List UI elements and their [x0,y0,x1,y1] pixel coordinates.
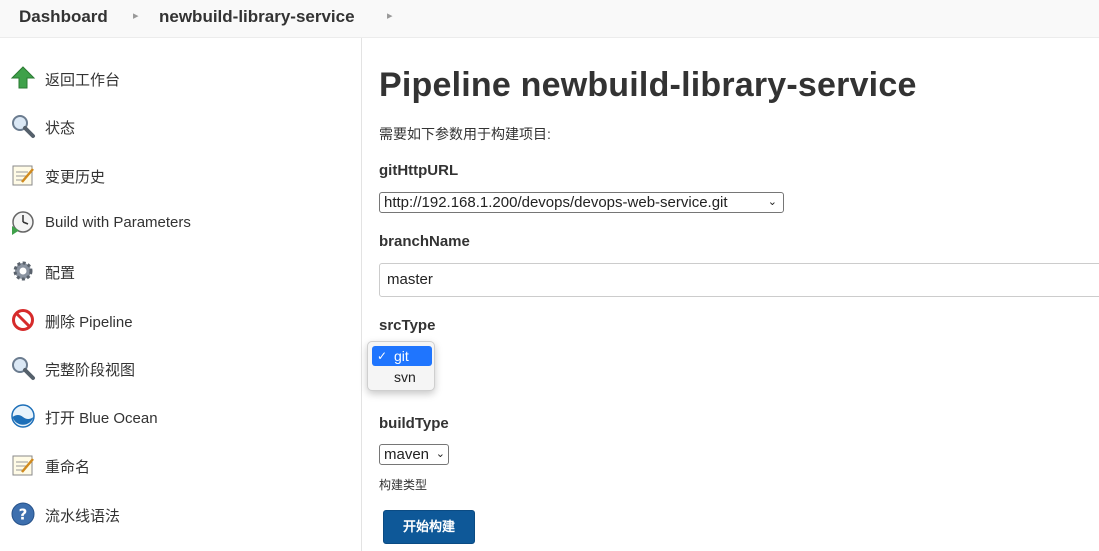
srctype-option-git[interactable]: ✓ git [372,346,432,366]
sidebar-item-label: 流水线语法 [45,508,121,525]
chevron-down-icon: ⌄ [435,448,445,460]
githttpurl-selected-value: http://192.168.1.200/devops/devops-web-s… [384,194,728,211]
sidebar-item-build-with-parameters[interactable]: Build with Parameters [0,204,361,244]
sidebar: 返回工作台 状态 变更历史 Build with Parameters 配置 删… [0,38,362,551]
breadcrumb-separator-icon[interactable]: ▸ [133,9,139,22]
sidebar-item-status[interactable]: 状态 [0,107,361,147]
githttpurl-select[interactable]: http://192.168.1.200/devops/devops-web-s… [379,192,784,213]
breadcrumb-job[interactable]: newbuild-library-service [159,7,355,27]
magnifier-icon [12,357,35,380]
option-label: git [394,348,409,364]
blue-ocean-icon [11,404,35,428]
sidebar-item-label: 配置 [45,265,76,282]
sidebar-item-configure[interactable]: 配置 [0,252,361,292]
sidebar-item-label: 完整阶段视图 [45,362,136,379]
branchname-input[interactable]: master [379,263,1099,297]
notepad-icon [12,165,34,186]
buildtype-description: 构建类型 [379,478,428,492]
no-entry-icon [12,309,34,331]
param-label-srctype: srcType [379,317,436,334]
breadcrumb: Dashboard ▸ newbuild-library-service ▸ [0,0,1099,38]
param-label-buildtype: buildType [379,415,449,432]
sidebar-item-open-blue-ocean[interactable]: 打开 Blue Ocean [0,397,361,437]
param-label-githttpurl: gitHttpURL [379,162,459,179]
sidebar-item-label: Build with Parameters [45,214,191,231]
parameters-intro: 需要如下参数用于构建项目: [379,126,551,142]
sidebar-item-label: 删除 Pipeline [45,314,133,331]
gear-icon [13,261,33,281]
breadcrumb-separator-icon[interactable]: ▸ [387,9,393,22]
option-label: svn [394,369,416,385]
buildtype-select[interactable]: maven ⌄ [379,444,449,465]
param-label-branchname: branchName [379,233,470,250]
sidebar-item-back-to-dashboard[interactable]: 返回工作台 [0,59,361,99]
main-content: Pipeline newbuild-library-service 需要如下参数… [362,38,1099,551]
sidebar-item-rename[interactable]: 重命名 [0,446,361,486]
notepad-icon [12,455,34,476]
help-icon: ? [11,502,35,526]
srctype-option-svn[interactable]: svn [372,367,432,387]
sidebar-item-label: 重命名 [45,459,91,476]
sidebar-item-changes[interactable]: 变更历史 [0,156,361,196]
sidebar-item-label: 变更历史 [45,169,106,186]
checkmark-icon: ✓ [377,349,388,363]
srctype-dropdown-menu[interactable]: ✓ git svn [367,341,435,391]
svg-text:?: ? [19,506,28,524]
clock-play-icon [12,211,34,235]
sidebar-item-delete-pipeline[interactable]: 删除 Pipeline [0,301,361,341]
sidebar-item-label: 打开 Blue Ocean [45,410,158,427]
chevron-down-icon: ⌄ [767,196,777,208]
up-arrow-icon [10,66,36,89]
sidebar-item-label: 状态 [45,120,76,137]
page-title: Pipeline newbuild-library-service [379,66,917,104]
sidebar-item-pipeline-syntax[interactable]: ? 流水线语法 [0,495,361,535]
magnifier-icon [12,115,35,138]
start-build-button[interactable]: 开始构建 [383,510,475,544]
breadcrumb-dashboard[interactable]: Dashboard [19,7,108,27]
buildtype-selected-value: maven [384,446,430,463]
sidebar-item-label: 返回工作台 [45,72,121,89]
sidebar-item-full-stage-view[interactable]: 完整阶段视图 [0,349,361,389]
